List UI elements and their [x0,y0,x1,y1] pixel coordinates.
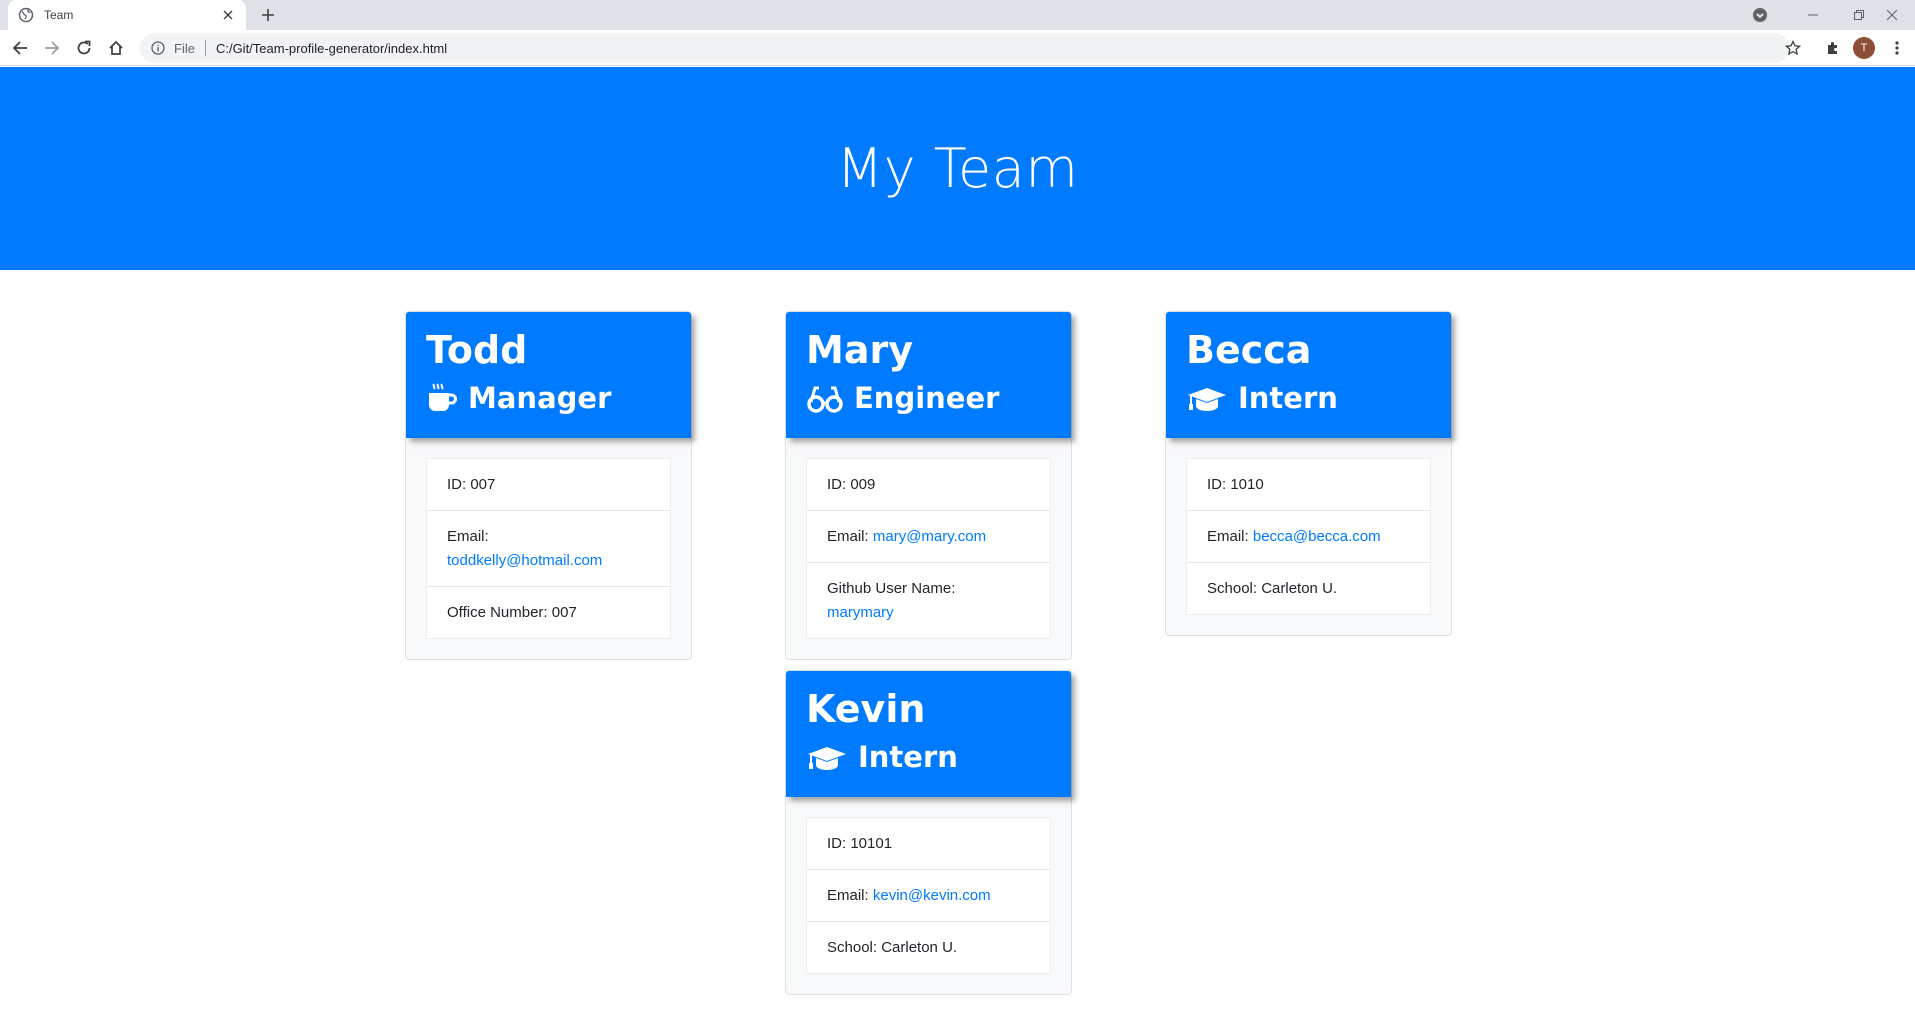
page-header: My Team [0,67,1915,270]
details-list: ID: 009 Email: mary@mary.com Github User… [806,458,1051,639]
id-text: ID: 009 [827,476,876,493]
employee-name: Kevin [806,687,926,731]
email-item: Email: toddkelly@hotmail.com [427,511,670,587]
employee-role: Intern [806,735,1051,779]
globe-icon [18,7,34,23]
card-header: Becca Intern [1166,312,1451,438]
id-text: ID: 10101 [827,835,893,852]
school-text: School: Carleton U. [1207,580,1338,597]
info-icon[interactable] [150,40,166,56]
office-number-item: Office Number: 007 [427,587,670,638]
glasses-icon [807,386,843,413]
new-tab-button[interactable] [256,3,280,27]
browser-toolbar: File C:/Git/Team-profile-generator/index… [0,30,1915,66]
home-icon[interactable] [104,36,128,60]
id-text: ID: 007 [447,476,496,493]
github-item: Github User Name: marymary [807,563,1050,638]
profile-menu-icon[interactable] [1748,0,1772,30]
card-header: Kevin Intern [786,671,1071,797]
tab-strip: Team [0,0,1915,30]
employee-name: Becca [1186,328,1312,372]
employee-card-kevin: Kevin Intern ID: 10101 Email: kevin@kevi… [785,670,1072,995]
id-text: ID: 1010 [1207,476,1264,493]
mug-icon [429,383,457,411]
role-label: Intern [1238,381,1338,415]
employee-card-todd: Todd Manager ID: 007 Email: toddkelly@ho… [405,311,692,660]
employee-name: Todd [426,328,528,372]
card-header: Todd Manager [406,312,691,438]
more-menu-icon[interactable] [1885,36,1909,60]
employee-role: Engineer [806,376,1051,420]
back-arrow-icon[interactable] [8,36,32,60]
github-link[interactable]: marymary [827,604,894,621]
id-item: ID: 009 [807,459,1050,511]
role-label: Engineer [854,381,1000,415]
profile-avatar[interactable]: T [1853,37,1875,59]
details-list: ID: 10101 Email: kevin@kevin.com School:… [806,817,1051,974]
email-label: Email: [827,887,869,904]
office-number-text: Office Number: 007 [447,604,577,621]
card-body: ID: 009 Email: mary@mary.com Github User… [786,438,1071,659]
tab-title: Team [44,8,74,22]
email-label: Email: [1207,528,1249,545]
email-item: Email: becca@becca.com [1187,511,1430,563]
card-body: ID: 1010 Email: becca@becca.com School: … [1166,438,1451,635]
school-item: School: Carleton U. [1187,563,1430,614]
email-link[interactable]: toddkelly@hotmail.com [447,552,602,569]
email-label: Email: [447,528,489,545]
url-separator [204,40,206,56]
school-item: School: Carleton U. [807,922,1050,973]
employee-name: Mary [806,328,913,372]
card-body: ID: 007 Email: toddkelly@hotmail.com Off… [406,438,691,659]
graduation-cap-icon [1188,388,1226,411]
email-link[interactable]: mary@mary.com [873,528,986,545]
forward-arrow-icon[interactable] [40,36,64,60]
role-label: Intern [858,740,958,774]
url-text[interactable]: C:/Git/Team-profile-generator/index.html [216,41,447,56]
employee-card-mary: Mary Engineer ID: 009 Email: mary@mary.c… [785,311,1072,660]
extensions-puzzle-icon[interactable] [1821,36,1845,60]
address-bar[interactable]: File C:/Git/Team-profile-generator/index… [140,33,1790,63]
email-item: Email: kevin@kevin.com [807,870,1050,922]
star-icon[interactable] [1781,36,1805,60]
id-item: ID: 10101 [807,818,1050,870]
employee-role: Intern [1186,376,1431,420]
browser-tab[interactable]: Team [8,0,246,30]
github-label: Github User Name: [827,580,956,597]
id-item: ID: 1010 [1187,459,1430,511]
graduation-cap-icon [808,747,846,770]
email-link[interactable]: becca@becca.com [1253,528,1381,545]
school-text: School: Carleton U. [827,939,958,956]
page-title: My Team [836,137,1079,200]
details-list: ID: 007 Email: toddkelly@hotmail.com Off… [426,458,671,639]
email-link[interactable]: kevin@kevin.com [873,887,991,904]
minimize-button[interactable] [1790,0,1836,30]
role-label: Manager [468,381,612,415]
card-body: ID: 10101 Email: kevin@kevin.com School:… [786,797,1071,994]
close-tab-icon[interactable] [220,7,236,23]
details-list: ID: 1010 Email: becca@becca.com School: … [1186,458,1431,615]
url-scheme-label: File [174,40,195,56]
id-item: ID: 007 [427,459,670,511]
reload-icon[interactable] [72,36,96,60]
close-window-button[interactable] [1869,0,1915,30]
email-item: Email: mary@mary.com [807,511,1050,563]
employee-card-becca: Becca Intern ID: 1010 Email: becca@becca… [1165,311,1452,636]
employee-role: Manager [426,376,671,420]
email-label: Email: [827,528,869,545]
card-header: Mary Engineer [786,312,1071,438]
